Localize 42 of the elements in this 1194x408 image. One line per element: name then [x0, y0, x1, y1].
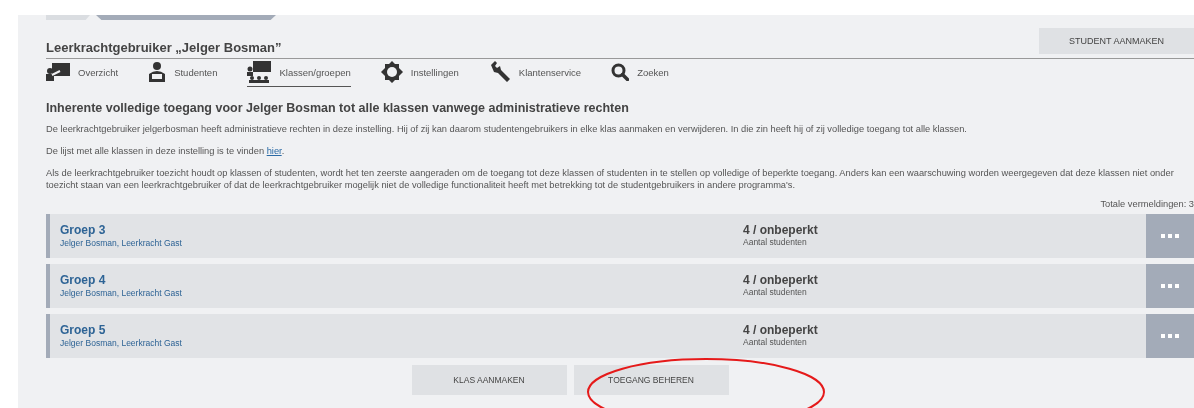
action-button[interactable]: TOEGANG BEHEREN	[573, 365, 729, 395]
class-row[interactable]: Groep 4 Jelger Bosman, Leerkracht Gast 4 / onbeperkt Aantal studenten	[46, 264, 1194, 308]
nav-tab[interactable]: Studenten	[148, 60, 218, 86]
action-button[interactable]: KLAS AANMAKEN	[411, 365, 567, 395]
student-count-label: Aantal studenten	[743, 337, 808, 347]
total-count: Totale vermeldingen: 3	[1099, 199, 1194, 209]
classroom-icon	[247, 61, 272, 83]
student-count: 4 / onbeperkt	[743, 323, 819, 337]
class-teachers: Jelger Bosman, Leerkracht Gast	[60, 288, 183, 298]
nav-tab[interactable]: Zoeken	[611, 61, 669, 85]
student-count-label: Aantal studenten	[743, 287, 808, 297]
gear-icon	[380, 61, 403, 83]
search-icon	[611, 63, 630, 81]
page-title: Leerkrachtgebruiker „Jelger Bosman”	[46, 40, 282, 57]
description-text: De lijst met alle klassen in deze instelling is te vinden hier.	[46, 145, 286, 157]
here-link[interactable]: hier	[266, 146, 282, 156]
student-count: 4 / onbeperkt	[743, 223, 819, 237]
nav-tab[interactable]: Overzicht	[46, 61, 119, 85]
nav-tab[interactable]: Klantenservice	[488, 59, 582, 87]
nav-tab[interactable]: Instellingen	[380, 59, 459, 87]
description-text: Als de leerkrachtgebruiker toezicht houdt op klassen of studenten, wordt het ten zeerste aangeraden om de toegang tot deze klassen of studenten in te stellen op volledige of beperkte toegang. Anders kan een waarschuwing worden weergegeven dat deze klassen niet onder toezicht staan van een leerkrachtgebruiker of dat de leerkrachtgebruiker mogelijk niet de volledige functionaliteit heeft met betrekking tot de studentgebruikers in andere programma's.	[46, 167, 1175, 191]
section-heading: Inherente volledige toegang voor Jelger Bosman tot alle klassen vanwege administratieve rechten	[46, 101, 630, 115]
class-row[interactable]: Groep 5 Jelger Bosman, Leerkracht Gast 4 / onbeperkt Aantal studenten	[46, 314, 1194, 358]
student-reading-icon	[148, 62, 167, 82]
class-name[interactable]: Groep 5	[60, 323, 743, 337]
more-button[interactable]	[1146, 214, 1194, 258]
class-teachers: Jelger Bosman, Leerkracht Gast	[60, 238, 183, 248]
presenter-icon	[46, 63, 70, 81]
breadcrumb-tab[interactable]	[46, 15, 90, 20]
student-count: 4 / onbeperkt	[743, 273, 819, 287]
breadcrumb-tab[interactable]	[96, 15, 276, 20]
class-row[interactable]: Groep 3 Jelger Bosman, Leerkracht Gast 4 / onbeperkt Aantal studenten	[46, 214, 1194, 258]
class-teachers: Jelger Bosman, Leerkracht Gast	[60, 338, 183, 348]
more-button[interactable]	[1146, 314, 1194, 358]
wrench-icon	[488, 61, 511, 83]
create-student-button[interactable]: STUDENT AANMAKEN	[1039, 28, 1194, 54]
description-text: De leerkrachtgebruiker jelgerbosman heeft administratieve rechten in deze instelling. Hij of zij kan daarom studentengebruikers in elke klas aanmaken en verwijderen. In die zin heeft hij of zij volledige toegang tot alle klassen.	[46, 123, 968, 135]
more-button[interactable]	[1146, 264, 1194, 308]
nav-tab[interactable]: Klassen/groepen	[247, 59, 351, 87]
student-count-label: Aantal studenten	[743, 237, 808, 247]
class-name[interactable]: Groep 3	[60, 223, 743, 237]
class-name[interactable]: Groep 4	[60, 273, 743, 287]
